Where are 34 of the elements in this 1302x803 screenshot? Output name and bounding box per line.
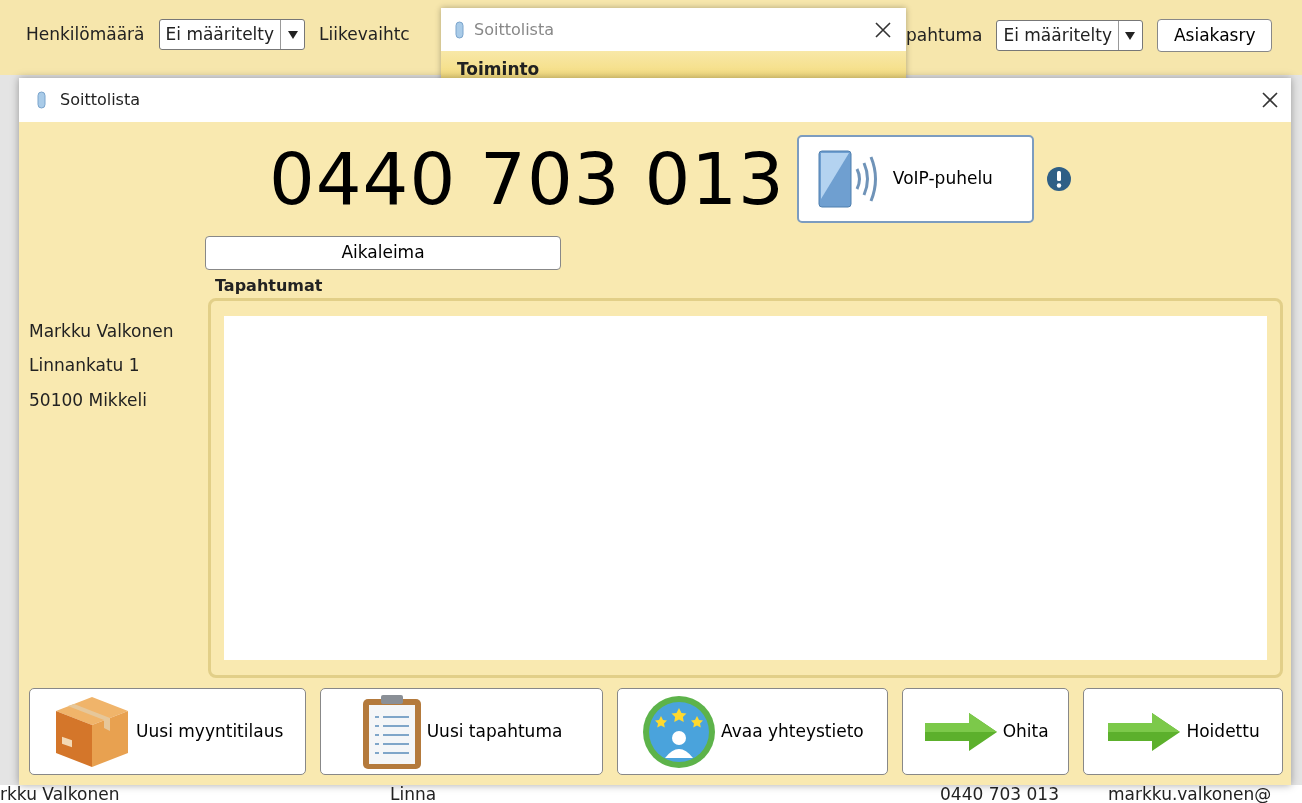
action-button[interactable]: Hoidettu (1083, 688, 1283, 775)
filter-dropdown[interactable]: Ei määritelty (158, 19, 306, 50)
filter-button[interactable]: Asiakasry (1156, 19, 1273, 52)
close-icon (874, 20, 892, 39)
timestamp-button[interactable]: Aikaleima (205, 236, 561, 270)
table-cell: Linna (390, 785, 437, 803)
clipboard-icon (360, 692, 423, 771)
phone-number: 0440 703 013 (269, 143, 785, 215)
events-label: Tapahtumat (215, 275, 324, 297)
window-title: Soittolista (474, 18, 556, 41)
contact-icon (641, 693, 717, 770)
action-button[interactable]: Ohita (902, 688, 1070, 775)
table-cell: 0440 703 013 (940, 785, 1059, 803)
dropdown-caret-icon (1125, 31, 1136, 40)
filter-dropdown[interactable]: Ei määritelty (996, 20, 1143, 51)
contact-line: 50100 Mikkeli (29, 388, 148, 412)
window-title: Soittolista (60, 89, 142, 111)
action-button[interactable]: Uusi myyntitilaus (29, 688, 307, 775)
voip-call-button[interactable]: VoIP-puhelu (796, 135, 1034, 223)
filter-label: Liikevaihtc (319, 22, 410, 46)
action-button[interactable]: Uusi tapahtuma (320, 688, 603, 775)
app-icon (455, 20, 464, 39)
table-cell: rkku Valkonen (0, 785, 120, 803)
info-icon (1045, 166, 1072, 192)
close-icon[interactable] (1261, 91, 1279, 109)
filter-label: Henkilömäärä (26, 22, 145, 46)
app-icon (37, 91, 46, 109)
dropdown-caret-icon (287, 30, 298, 39)
action-button[interactable]: Avaa yhteystieto (616, 688, 889, 775)
table-cell: markku.valkonen@ (1108, 785, 1272, 803)
contact-line: Linnankatu 1 (29, 354, 141, 378)
contact-line: Markku Valkonen (29, 319, 175, 343)
arrow-icon (922, 711, 999, 752)
filter-label: pahtuma (906, 23, 983, 47)
